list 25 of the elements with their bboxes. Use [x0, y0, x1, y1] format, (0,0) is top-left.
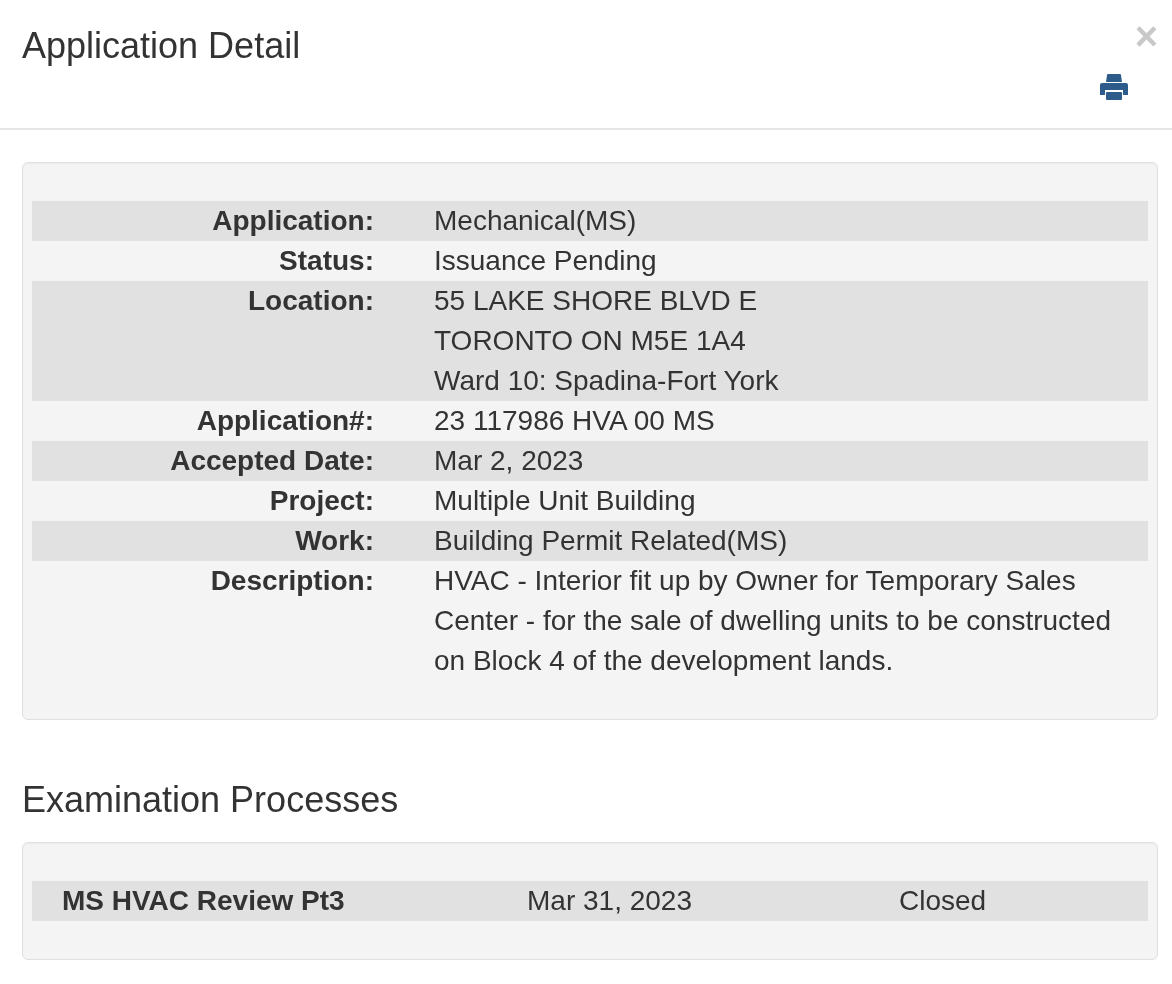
section-heading: Examination Processes [22, 780, 400, 820]
process-date: Mar 31, 2023 [527, 885, 692, 916]
detail-label: Application#: [195, 404, 375, 438]
detail-value: Mar 2, 2023 [434, 444, 585, 478]
detail-label: Description: [209, 564, 375, 598]
detail-value: Ward 10: Spadina-Fort York [434, 364, 780, 398]
detail-label: Work: [294, 524, 375, 558]
detail-value: Multiple Unit Building [434, 484, 697, 518]
detail-value: TORONTO ON M5E 1A4 [434, 324, 747, 358]
process-name: MS HVAC Review Pt3 [62, 885, 345, 916]
detail-value: 55 LAKE SHORE BLVD E [434, 284, 759, 318]
detail-value: Building Permit Related(MS) [434, 524, 789, 558]
detail-label: Application: [211, 204, 375, 238]
close-button[interactable]: × [1134, 14, 1158, 58]
process-status: Closed [899, 885, 987, 916]
dialog-title: Application Detail [22, 26, 301, 66]
print-icon[interactable] [1100, 74, 1128, 100]
detail-value: 23 117986 HVA 00 MS [434, 404, 716, 438]
detail-value: Issuance Pending [434, 244, 658, 278]
detail-label: Project: [268, 484, 375, 518]
detail-label: Status: [278, 244, 375, 278]
detail-value: HVAC - Interior fit up by Owner for Temporary Sales Center - for the sale of dwelling units to be constructed on Block 4 of the development lands. [434, 564, 1113, 678]
detail-label: Accepted Date: [169, 444, 375, 478]
detail-label: Location: [247, 284, 375, 318]
detail-value: Mechanical(MS) [434, 204, 638, 238]
